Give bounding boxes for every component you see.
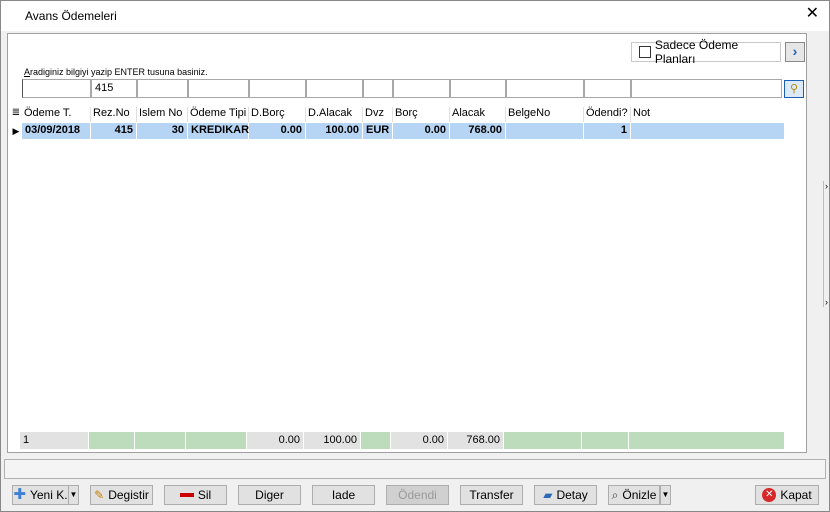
filter-document-no[interactable] (506, 79, 584, 98)
column-header[interactable]: Ödeme T. (22, 107, 91, 122)
refund-button-label: Iade (331, 488, 356, 502)
column-header[interactable]: Islem No (137, 107, 188, 122)
status-bar (4, 459, 826, 479)
magnifier-icon: ⌕ (611, 488, 619, 502)
column-header[interactable]: D.Borç (249, 107, 306, 122)
stop-icon: ✕ (762, 488, 777, 502)
delete-button-label: Sil (197, 488, 212, 502)
filter-credit[interactable] (450, 79, 506, 98)
chevron-right-icon[interactable]: › (825, 297, 828, 307)
filter-paid[interactable] (584, 79, 631, 98)
column-header[interactable]: D.Alacak (306, 107, 363, 122)
chevron-right-icon[interactable]: › (785, 42, 805, 62)
search-hint-text: radiginiz bilgiyi yazip ENTER tusuna bas… (30, 67, 208, 77)
summary-cell (629, 432, 784, 449)
cell-currency[interactable]: EUR (363, 123, 393, 139)
summary-cell (89, 432, 135, 449)
filter-note[interactable] (631, 79, 782, 98)
column-header[interactable]: Alacak (450, 107, 506, 122)
other-button-label: Diger (255, 488, 284, 502)
only-payment-plans-label: Sadece Ödeme Planları (654, 38, 739, 66)
summary-credit: 768.00 (448, 432, 504, 449)
filter-d-credit[interactable] (306, 79, 363, 98)
cell-d-credit[interactable]: 100.00 (306, 123, 363, 139)
detail-button-label: Detay (556, 488, 588, 502)
cell-debit[interactable]: 0.00 (393, 123, 450, 139)
payments-panel: Sadece Ödeme Planları › Aradiginiz bilgi… (7, 33, 807, 453)
edit-button[interactable]: ✎ Degistir (90, 485, 153, 505)
table-row[interactable]: ▶ 03/09/2018 415 30 KREDIKART 0.00 100.0… (10, 123, 784, 139)
summary-cell (135, 432, 186, 449)
paid-button: Ödendi (386, 485, 449, 505)
preview-button[interactable]: ⌕ Önizle (608, 485, 660, 505)
summary-d-debit: 0.00 (247, 432, 304, 449)
close-button[interactable]: ✕ Kapat (755, 485, 819, 505)
summary-cell (504, 432, 582, 449)
column-header[interactable]: Ödendi? (584, 107, 631, 122)
advance-payments-window: Avans Ödemeleri ✕ Sadece Ödeme Planları … (0, 0, 830, 512)
filter-debit[interactable] (393, 79, 450, 98)
only-payment-plans-checkbox[interactable]: Sadece Ödeme Planları (631, 38, 781, 66)
chevron-right-icon[interactable]: › (825, 181, 828, 191)
column-header[interactable]: Not (631, 107, 784, 122)
cell-payment-date[interactable]: 03/09/2018 (22, 123, 91, 139)
other-button[interactable]: Diger (238, 485, 301, 505)
checkbox-box[interactable] (639, 46, 651, 58)
delete-button[interactable]: Sil (164, 485, 227, 505)
pencil-icon: ✎ (94, 488, 105, 502)
summary-cell (186, 432, 247, 449)
window-title: Avans Ödemeleri (25, 9, 117, 23)
column-chooser-icon[interactable]: ≣ (10, 107, 22, 122)
cell-d-debit[interactable]: 0.00 (249, 123, 306, 139)
minus-icon (179, 493, 194, 497)
column-header[interactable]: Dvz (363, 107, 393, 122)
close-icon[interactable]: ✕ (806, 6, 819, 22)
search-hint: Aradiginiz bilgiyi yazip ENTER tusuna ba… (24, 67, 208, 77)
grid-header: ≣ Ödeme T. Rez.No Islem No Ödeme Tipi D.… (10, 107, 784, 122)
filter-currency[interactable] (363, 79, 393, 98)
current-row-indicator-icon: ▶ (12, 126, 20, 136)
filter-payment-date[interactable] (22, 79, 91, 98)
cell-payment-type[interactable]: KREDIKART (188, 123, 256, 139)
preview-button-label: Önizle (622, 488, 657, 502)
grid-summary-row: 1 0.00 100.00 0.00 768.00 (20, 432, 784, 449)
column-header[interactable]: Ödeme Tipi (188, 107, 249, 122)
filter-clear-icon[interactable]: ⚲ (784, 80, 804, 98)
filter-transaction-no[interactable] (137, 79, 188, 98)
transfer-button-label: Transfer (469, 488, 514, 502)
summary-count: 1 (20, 432, 89, 449)
title-bar: Avans Ödemeleri ✕ (1, 1, 829, 31)
column-header[interactable]: Rez.No (91, 107, 137, 122)
column-header[interactable]: Borç (393, 107, 450, 122)
cell-paid[interactable]: 1 (584, 123, 631, 139)
refund-button[interactable]: Iade (312, 485, 375, 505)
cell-note[interactable] (631, 123, 784, 139)
preview-dropdown-button[interactable]: ▼ (660, 485, 671, 505)
summary-cell (582, 432, 629, 449)
plus-icon: ✚ (13, 486, 26, 503)
new-button-label: Yeni K. (29, 488, 68, 502)
transfer-button[interactable]: Transfer (460, 485, 523, 505)
edit-button-label: Degistir (108, 488, 149, 502)
paid-button-label: Ödendi (398, 488, 437, 502)
cell-credit[interactable]: 768.00 (450, 123, 506, 139)
new-button[interactable]: ✚ Yeni K. (12, 485, 69, 505)
detail-button[interactable]: ▰ Detay (534, 485, 597, 505)
cell-transaction-no[interactable]: 30 (137, 123, 188, 139)
filter-d-debit[interactable] (249, 79, 306, 98)
close-button-label: Kapat (780, 488, 812, 502)
new-dropdown-button[interactable]: ▼ (68, 485, 79, 505)
summary-debit: 0.00 (391, 432, 448, 449)
filter-reservation-no[interactable]: 415 (91, 79, 137, 98)
cell-document-no[interactable] (506, 123, 584, 139)
cell-reservation-no[interactable]: 415 (91, 123, 137, 139)
summary-cell (361, 432, 391, 449)
summary-d-credit: 100.00 (304, 432, 361, 449)
filter-payment-type[interactable] (188, 79, 249, 98)
folder-icon: ▰ (543, 488, 553, 502)
side-splitter[interactable]: › › (823, 181, 830, 307)
column-header[interactable]: BelgeNo (506, 107, 584, 122)
